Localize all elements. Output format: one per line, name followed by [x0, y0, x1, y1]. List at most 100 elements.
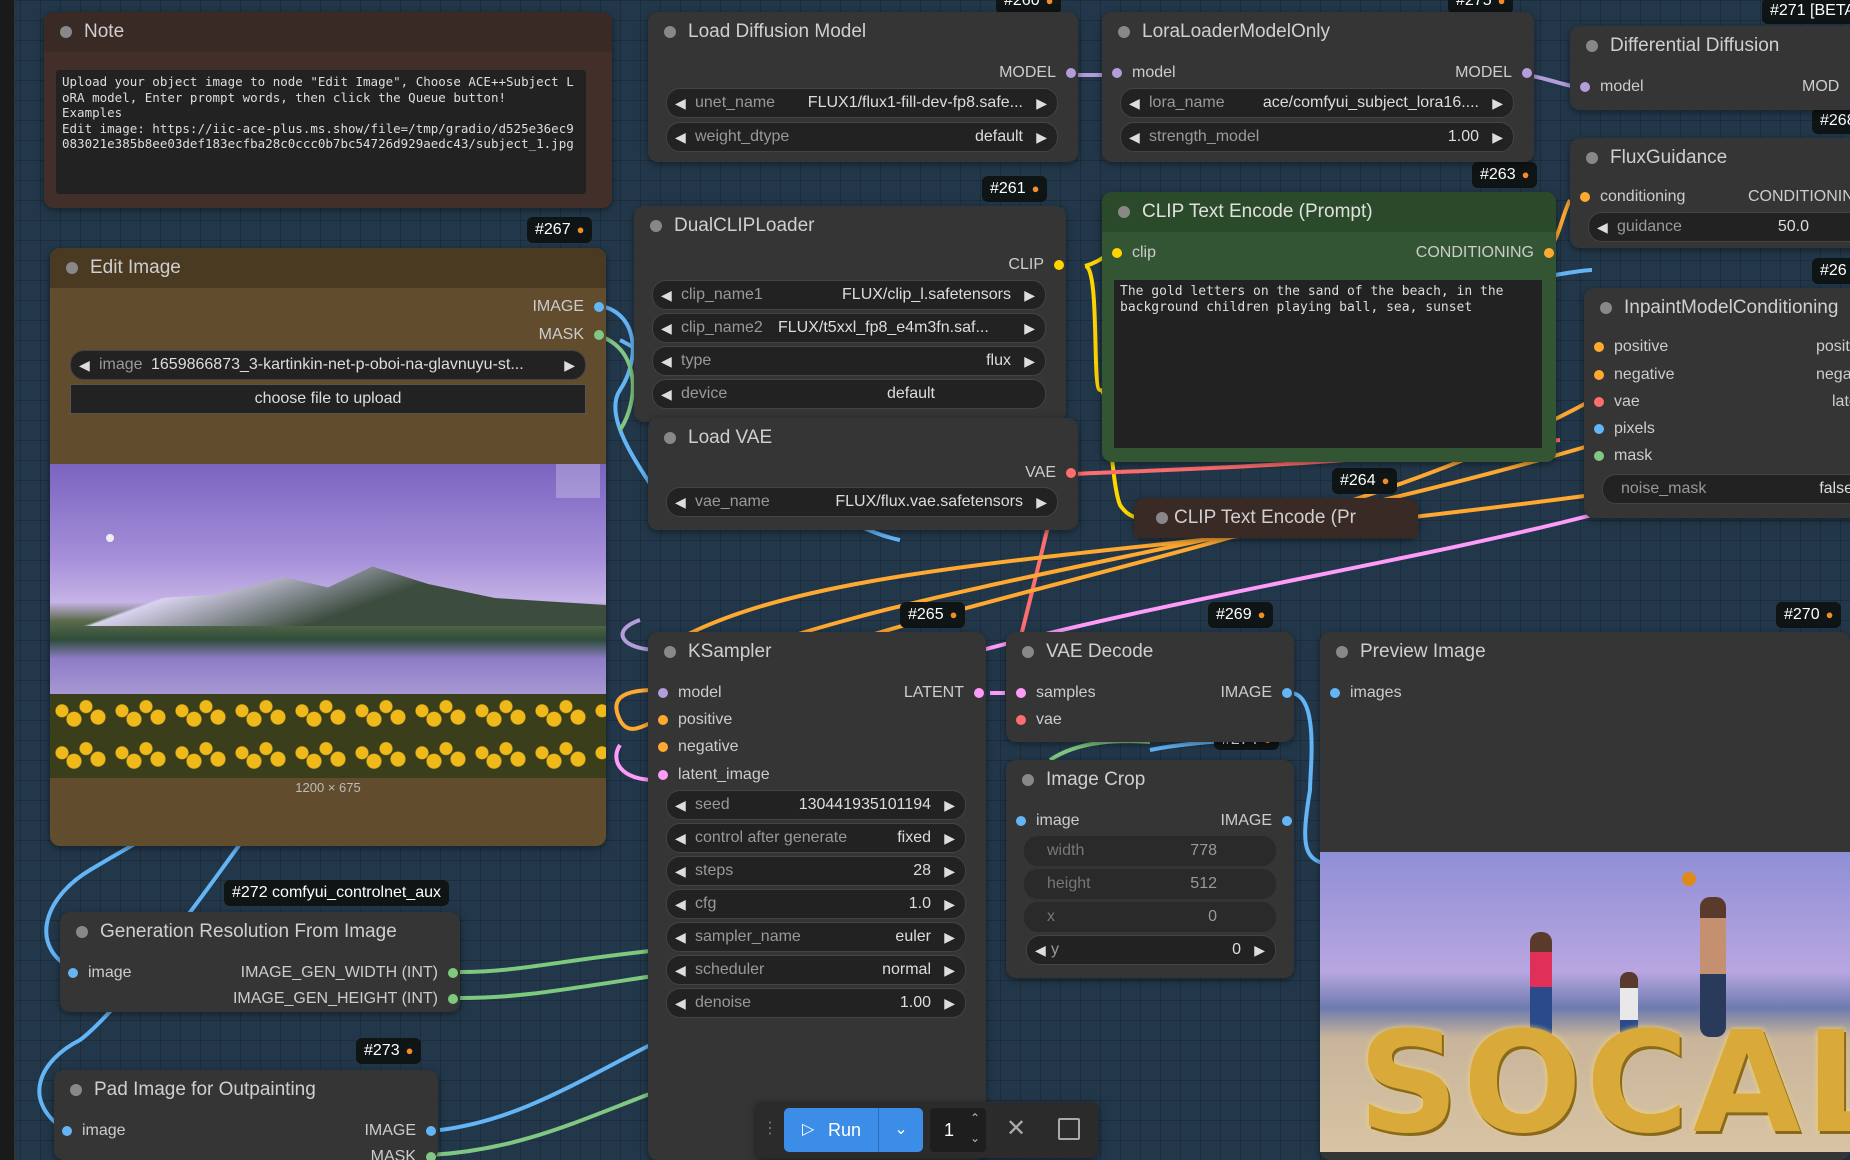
collapse-dot[interactable]	[1118, 206, 1130, 218]
collapse-dot[interactable]	[66, 262, 78, 274]
strength-model-widget[interactable]: ◀ strength_model 1.00 ▶	[1120, 122, 1514, 152]
input-pin[interactable]	[1330, 688, 1340, 698]
width-widget[interactable]: width 778	[1024, 836, 1276, 866]
output-pin[interactable]	[448, 968, 458, 978]
steps-widget[interactable]: ◀ steps 28 ▶	[666, 856, 966, 886]
output-pin[interactable]	[426, 1152, 436, 1160]
input-pin[interactable]	[1016, 715, 1026, 725]
input-slot-model[interactable]: model	[1578, 78, 1644, 96]
collapse-dot[interactable]	[1022, 646, 1034, 658]
node-title-bar[interactable]: KSampler	[648, 632, 986, 672]
guidance-widget[interactable]: ◀ guidance 50.0	[1588, 212, 1850, 242]
output-pin[interactable]	[594, 302, 604, 312]
collapse-dot[interactable]	[76, 926, 88, 938]
clip-name1-widget[interactable]: ◀ clip_name1 FLUX/clip_l.safetensors ▶	[652, 280, 1046, 310]
arrow-right-icon[interactable]: ▶	[1036, 123, 1047, 151]
input-slot-images[interactable]: images	[1328, 684, 1402, 702]
node-title-bar[interactable]: Load Diffusion Model	[648, 12, 1078, 52]
clip-text-encode-node[interactable]: CLIP Text Encode (Prompt) clip CONDITION…	[1102, 192, 1556, 462]
output-pin[interactable]	[1066, 468, 1076, 478]
node-title-bar[interactable]: LoraLoaderModelOnly	[1102, 12, 1534, 52]
clip-text-encode-negative-node[interactable]: CLIP Text Encode (Pr	[1134, 498, 1418, 538]
input-slot-image[interactable]: image	[60, 1122, 126, 1140]
output-pin[interactable]	[1282, 688, 1292, 698]
arrow-left-icon[interactable]: ◀	[661, 314, 672, 342]
input-slot-negative[interactable]: negative	[656, 738, 739, 756]
input-slot-image[interactable]: image	[1014, 812, 1080, 830]
output-pin[interactable]	[448, 994, 458, 1004]
output-pin[interactable]	[1544, 248, 1554, 258]
input-pin[interactable]	[1594, 397, 1604, 407]
denoise-widget[interactable]: ◀ denoise 1.00 ▶	[666, 988, 966, 1018]
arrow-right-icon[interactable]: ▶	[1024, 314, 1035, 342]
input-pin[interactable]	[1016, 816, 1026, 826]
input-pin[interactable]	[1112, 68, 1122, 78]
unet-name-widget[interactable]: ◀ unet_name FLUX1/flux1-fill-dev-fp8.safe.…	[666, 88, 1058, 118]
collapse-dot[interactable]	[650, 220, 662, 232]
output-slot-mask[interactable]: MASK	[539, 326, 606, 344]
arrow-right-icon[interactable]: ▶	[1492, 123, 1503, 151]
node-title-bar[interactable]: Pad Image for Outpainting	[54, 1070, 438, 1110]
vae-name-widget[interactable]: ◀ vae_name FLUX/flux.vae.safetensors ▶	[666, 487, 1058, 517]
node-title-bar[interactable]: CLIP Text Encode (Prompt)	[1102, 192, 1556, 232]
output-slot-image[interactable]: IMAGE	[1220, 684, 1294, 702]
arrow-left-icon[interactable]: ◀	[675, 791, 686, 819]
inpaint-model-conditioning-node[interactable]: InpaintModelConditioning positive negati…	[1584, 288, 1850, 518]
collapse-dot[interactable]	[1118, 26, 1130, 38]
clip-name2-widget[interactable]: ◀ clip_name2 FLUX/t5xxl_fp8_e4m3fn.saf... ▶	[652, 313, 1046, 343]
output-slot-positive[interactable]: posit	[1816, 338, 1850, 356]
node-title-bar[interactable]: VAE Decode	[1006, 632, 1294, 672]
collapse-dot[interactable]	[60, 26, 72, 38]
input-slot-vae[interactable]: vae	[1014, 711, 1062, 729]
output-pin[interactable]	[1066, 68, 1076, 78]
height-widget[interactable]: height 512	[1024, 869, 1276, 899]
arrow-right-icon[interactable]: ▶	[1254, 936, 1265, 964]
collapse-dot[interactable]	[1022, 774, 1034, 786]
output-pin[interactable]	[974, 688, 984, 698]
output-slot-latent[interactable]: late	[1832, 393, 1850, 411]
node-title-bar[interactable]: InpaintModelConditioning	[1584, 288, 1850, 328]
y-widget[interactable]: ◀ y 0 ▶	[1026, 935, 1276, 965]
output-pin[interactable]	[426, 1126, 436, 1136]
arrow-left-icon[interactable]: ◀	[675, 989, 686, 1017]
output-slot-image[interactable]: IMAGE	[532, 298, 606, 316]
vae-decode-node[interactable]: VAE Decode samples vae IMAGE	[1006, 632, 1294, 742]
input-pin[interactable]	[658, 742, 668, 752]
pad-image-node[interactable]: Pad Image for Outpainting image IMAGE MA…	[54, 1070, 438, 1160]
image-crop-node[interactable]: Image Crop image IMAGE width 778 height 51…	[1006, 760, 1294, 978]
choose-file-upload-button[interactable]: choose file to upload	[70, 384, 586, 414]
ksampler-node[interactable]: KSampler model positive negative latent_…	[648, 632, 986, 1160]
output-slot-width[interactable]: IMAGE_GEN_WIDTH (INT)	[241, 964, 460, 982]
output-slot-image[interactable]: IMAGE	[1220, 812, 1294, 830]
arrow-right-icon[interactable]: ▶	[944, 923, 955, 951]
node-title-bar[interactable]: Note	[44, 12, 612, 52]
output-slot-model[interactable]: MODEL	[999, 64, 1078, 82]
input-slot-clip[interactable]: clip	[1110, 244, 1156, 262]
stop-icon[interactable]	[1058, 1118, 1080, 1140]
collapse-dot[interactable]	[1586, 152, 1598, 164]
node-title-bar[interactable]: CLIP Text Encode (Pr	[1134, 498, 1418, 538]
input-pin[interactable]	[1580, 192, 1590, 202]
run-button[interactable]: ▷ Run	[784, 1108, 878, 1152]
control-after-generate-widget[interactable]: ◀ control after generate fixed ▶	[666, 823, 966, 853]
weight-dtype-widget[interactable]: ◀ weight_dtype default ▶	[666, 122, 1058, 152]
differential-diffusion-node[interactable]: Differential Diffusion model MOD	[1570, 26, 1850, 110]
arrow-right-icon[interactable]: ▶	[1036, 89, 1047, 117]
load-vae-node[interactable]: Load VAE VAE ◀ vae_name FLUX/flux.vae.safe…	[648, 418, 1078, 530]
collapse-dot[interactable]	[664, 432, 676, 444]
node-title-bar[interactable]: Load VAE	[648, 418, 1078, 458]
input-slot-positive[interactable]: positive	[1592, 338, 1668, 356]
arrow-right-icon[interactable]: ▶	[944, 791, 955, 819]
arrow-left-icon[interactable]: ◀	[661, 281, 672, 309]
lora-loader-node[interactable]: LoraLoaderModelOnly model MODEL ◀ lora_na…	[1102, 12, 1534, 162]
input-slot-image[interactable]: image	[66, 964, 132, 982]
collapse-dot[interactable]	[70, 1084, 82, 1096]
node-title-bar[interactable]: Differential Diffusion	[1570, 26, 1850, 66]
input-slot-samples[interactable]: samples	[1014, 684, 1096, 702]
output-slot-model[interactable]: MOD	[1802, 78, 1839, 96]
input-slot-vae[interactable]: vae	[1592, 393, 1640, 411]
generation-resolution-node[interactable]: Generation Resolution From Image image I…	[60, 912, 460, 1012]
node-title-bar[interactable]: DualCLIPLoader	[634, 206, 1066, 246]
output-slot-mask[interactable]: MASK	[371, 1148, 438, 1160]
arrow-left-icon[interactable]: ◀	[1035, 936, 1046, 964]
